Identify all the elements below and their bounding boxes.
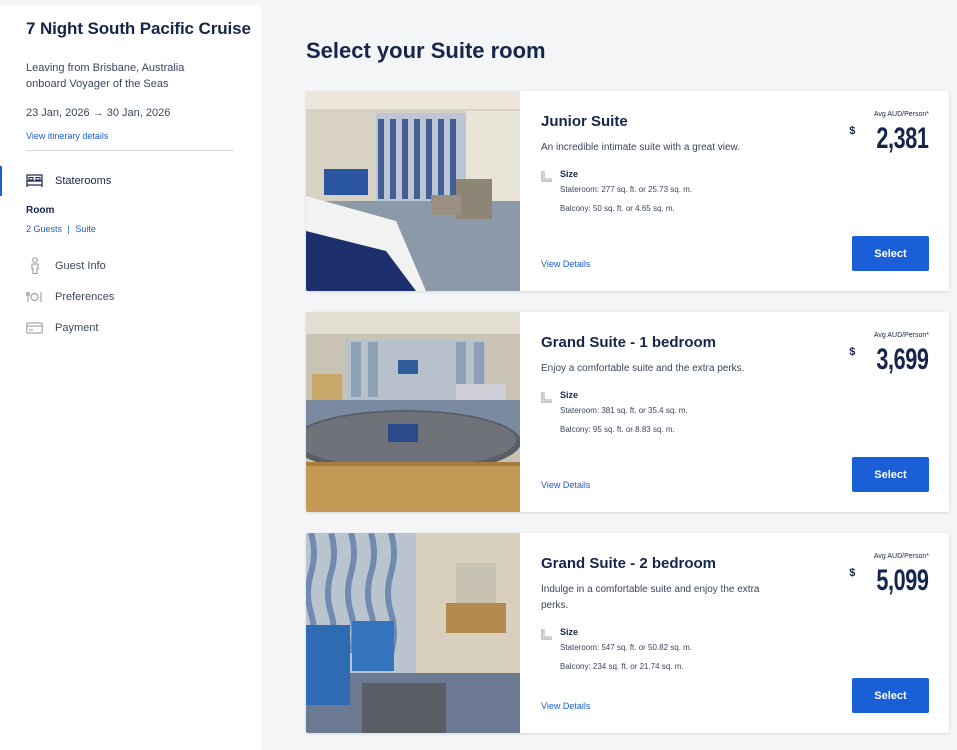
room-name: Junior Suite — [541, 113, 628, 130]
room-card-grand-suite-2-bedroom: Grand Suite - 2 bedroom Indulge in a com… — [306, 533, 949, 733]
price-amount: 5,099 — [876, 564, 930, 597]
step-label: Staterooms — [55, 174, 112, 187]
room-separator: | — [67, 224, 70, 234]
room-name: Grand Suite - 1 bedroom — [541, 334, 717, 351]
sidebar: 7 Night South Pacific Cruise Leaving fro… — [0, 5, 261, 750]
view-itinerary-link[interactable]: View itinerary details — [26, 131, 108, 141]
stateroom-size: Stateroom: 547 sq. ft. or 50.82 sq. m. — [560, 643, 693, 652]
person-icon — [26, 257, 43, 274]
select-button[interactable]: Select — [852, 678, 929, 713]
cruise-dates: 23 Jan, 2026 → 30 Jan, 2026 — [26, 107, 170, 119]
ruler-icon — [541, 171, 552, 182]
ruler-icon — [541, 629, 552, 640]
select-button[interactable]: Select — [852, 457, 929, 492]
currency-symbol: $ — [849, 346, 856, 358]
arrow-icon: → — [92, 107, 104, 119]
credit-card-icon — [26, 319, 43, 336]
room-description: Indulge in a comfortable suite and enjoy… — [541, 584, 760, 611]
room-photo[interactable] — [306, 533, 520, 733]
step-label: Payment — [55, 321, 99, 334]
balcony-size: Balcony: 50 sq. ft. or 4.65 sq. m. — [560, 204, 675, 213]
room-description: An incredible intimate suite with a grea… — [541, 142, 740, 153]
avg-price-label: Avg AUD/Person* — [873, 332, 929, 339]
bed-icon — [26, 172, 43, 189]
step-guest-info[interactable]: Guest Info — [26, 257, 106, 274]
start-date: 23 Jan, 2026 — [26, 107, 90, 119]
room-price: $ 2,381 — [849, 122, 929, 156]
balcony-size: Balcony: 95 sq. ft. or 8.83 sq. m. — [560, 425, 675, 434]
size-label: Size — [560, 390, 579, 400]
balcony-size: Balcony: 234 sq. ft. or 21.74 sq. m. — [560, 662, 684, 671]
step-staterooms[interactable]: Staterooms — [26, 172, 111, 189]
departure-info: Leaving from Brisbane, Australia onboard… — [26, 62, 185, 90]
currency-symbol: $ — [849, 567, 856, 579]
room-photo[interactable] — [306, 312, 520, 512]
room-price: $ 3,699 — [849, 343, 929, 377]
sidebar-divider — [26, 150, 234, 151]
view-details-link[interactable]: View Details — [541, 259, 590, 269]
avg-price-label: Avg AUD/Person* — [873, 111, 929, 118]
price-amount: 2,381 — [876, 122, 930, 155]
view-details-link[interactable]: View Details — [541, 480, 590, 490]
size-label: Size — [560, 627, 579, 637]
room-name: Grand Suite - 2 bedroom — [541, 555, 717, 572]
room-heading: Room — [26, 205, 55, 216]
room-guests: 2 Guests — [26, 224, 63, 234]
room-photo[interactable] — [306, 91, 520, 291]
end-date: 30 Jan, 2026 — [106, 107, 171, 119]
step-payment[interactable]: Payment — [26, 319, 98, 336]
step-label: Preferences — [55, 290, 115, 303]
stateroom-size: Stateroom: 381 sq. ft. or 35.4 sq. m. — [560, 406, 688, 415]
room-price: $ 5,099 — [849, 564, 929, 598]
room-description: Enjoy a comfortable suite and the extra … — [541, 363, 745, 374]
room-card-junior-suite: Junior Suite An incredible intimate suit… — [306, 91, 949, 291]
step-label: Guest Info — [55, 259, 106, 272]
room-type: Suite — [75, 224, 96, 234]
size-label: Size — [560, 169, 579, 179]
page-title: Select your Suite room — [306, 38, 546, 63]
dining-icon — [26, 288, 43, 305]
ruler-icon — [541, 392, 552, 403]
view-details-link[interactable]: View Details — [541, 701, 590, 711]
stateroom-size: Stateroom: 277 sq. ft. or 25.73 sq. m. — [560, 185, 693, 194]
step-preferences[interactable]: Preferences — [26, 288, 114, 305]
room-summary[interactable]: 2 Guests | Suite — [26, 224, 96, 234]
cruise-title: 7 Night South Pacific Cruise — [26, 19, 251, 38]
currency-symbol: $ — [849, 125, 856, 137]
active-step-indicator — [0, 166, 2, 196]
price-amount: 3,699 — [876, 343, 930, 376]
select-button[interactable]: Select — [852, 236, 929, 271]
room-card-grand-suite-1-bedroom: Grand Suite - 1 bedroom Enjoy a comforta… — [306, 312, 949, 512]
avg-price-label: Avg AUD/Person* — [873, 553, 929, 560]
